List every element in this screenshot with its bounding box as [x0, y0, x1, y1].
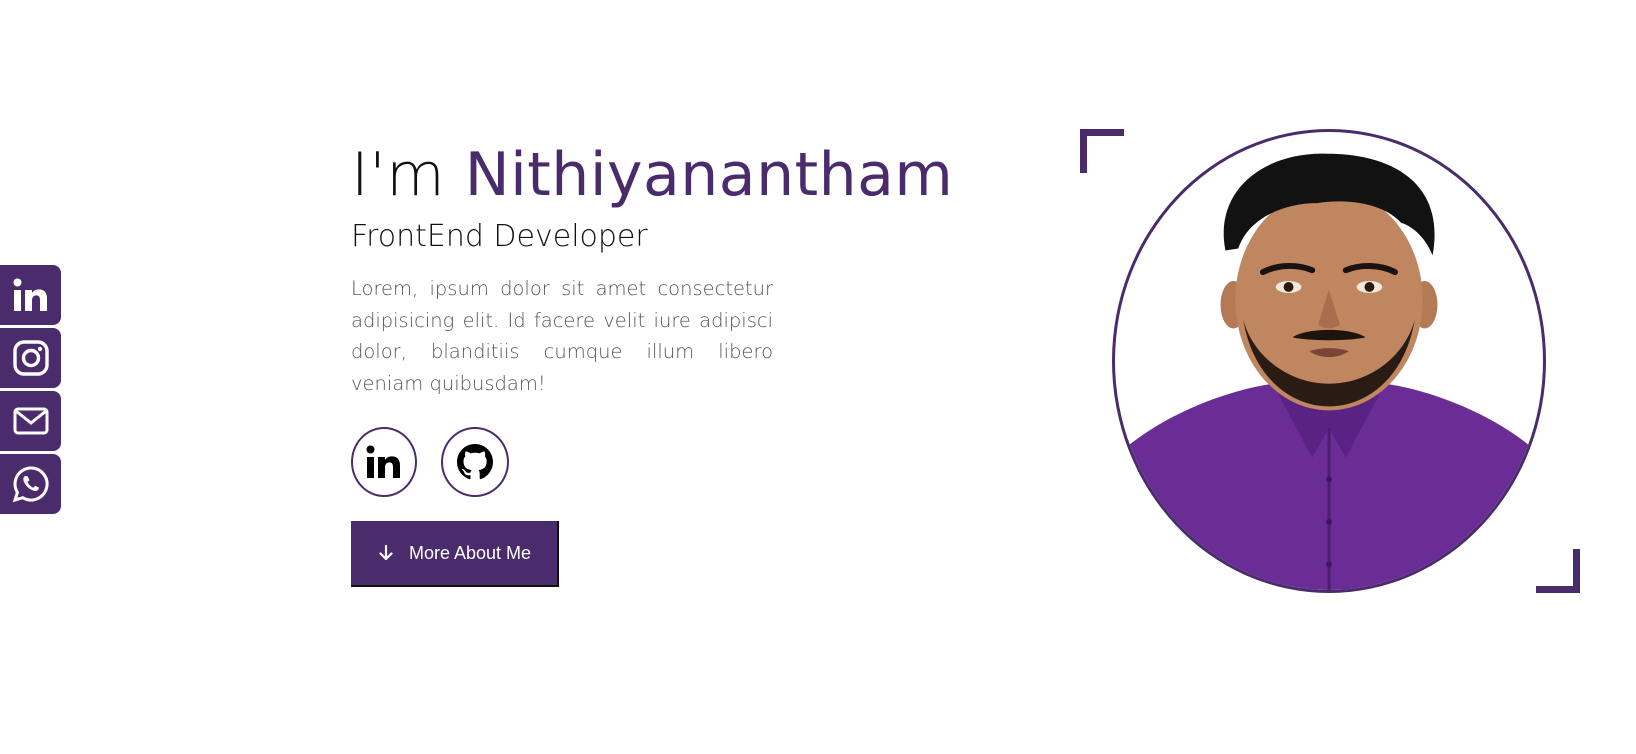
corner-bracket-bottom-right: [1536, 549, 1580, 593]
portrait-area: [1076, 127, 1586, 597]
hero-greeting: I'm: [351, 140, 446, 210]
hero-social-links: [351, 427, 781, 497]
hero-name: Nithiyanantham: [464, 140, 954, 210]
hero-role: FrontEnd Developer: [351, 219, 648, 254]
linkedin-circle-button[interactable]: [351, 427, 417, 497]
side-instagram-button[interactable]: [0, 328, 61, 388]
hero-description: Lorem, ipsum dolor sit amet consectetur …: [351, 277, 773, 395]
instagram-icon: [12, 340, 49, 376]
linkedin-icon: [366, 445, 400, 478]
more-about-me-button[interactable]: More About Me: [351, 521, 559, 587]
profile-photo: [1112, 129, 1546, 593]
github-circle-button[interactable]: [441, 427, 509, 497]
mail-icon: [13, 407, 48, 435]
more-about-me-label: More About Me: [408, 542, 532, 563]
linkedin-icon: [13, 278, 47, 311]
corner-bracket-top-left: [1080, 129, 1124, 173]
side-social-bar: [0, 265, 61, 514]
arrow-down-icon: [379, 544, 393, 561]
side-whatsapp-button[interactable]: [0, 454, 61, 514]
hero-title: I'm Nithiyanantham: [351, 135, 953, 215]
github-icon: [457, 444, 493, 480]
whatsapp-icon: [12, 466, 49, 503]
hero-section: I'm Nithiyanantham FrontEnd Developer Lo…: [351, 135, 953, 587]
side-linkedin-button[interactable]: [0, 265, 61, 325]
profile-photo-illustration: [1115, 153, 1543, 590]
side-mail-button[interactable]: [0, 391, 61, 451]
